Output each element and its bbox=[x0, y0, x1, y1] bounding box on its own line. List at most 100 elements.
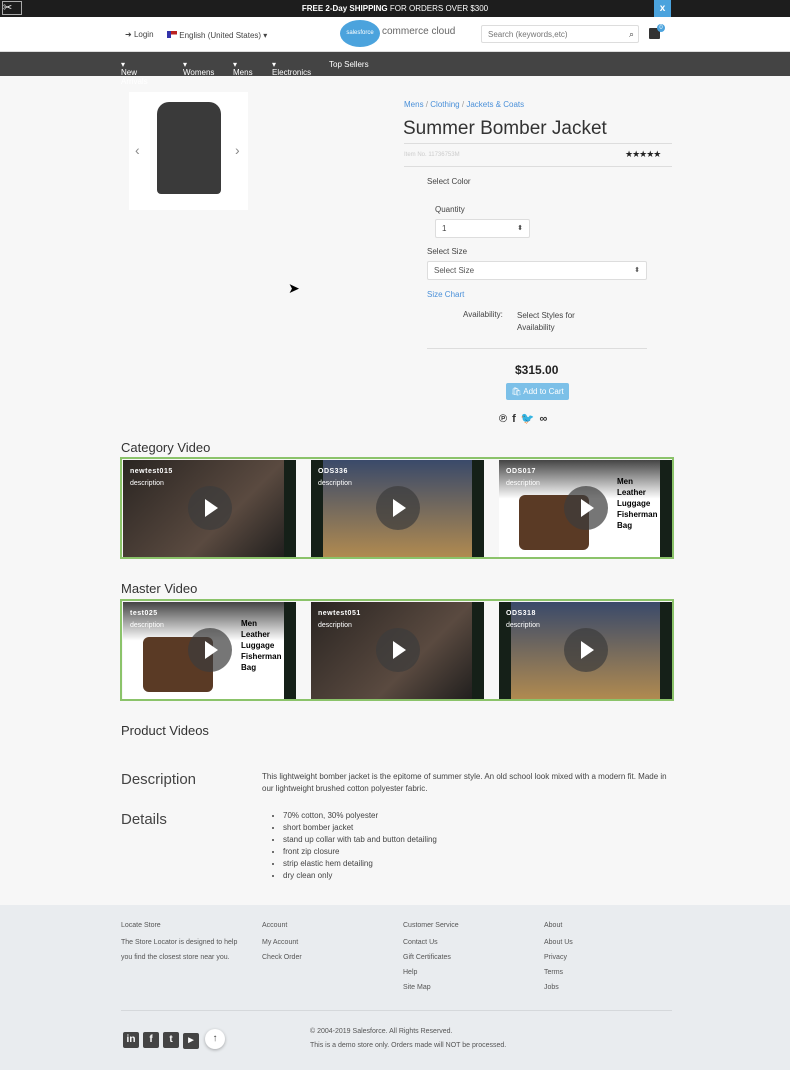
master-video-list: Men Leather Luggage Fisherman Bag test025… bbox=[120, 599, 674, 701]
play-icon[interactable] bbox=[376, 628, 420, 672]
availability-label: Availability: bbox=[463, 310, 503, 319]
check-order-link[interactable]: Check Order bbox=[262, 950, 302, 965]
play-icon[interactable] bbox=[376, 486, 420, 530]
availability-value: Select Styles for Availability bbox=[517, 311, 575, 332]
quantity-label: Quantity bbox=[435, 205, 465, 214]
breadcrumb-mens[interactable]: Mens bbox=[404, 100, 424, 109]
breadcrumb: Mens / Clothing / Jackets & Coats bbox=[404, 100, 525, 109]
logo-text: commerce cloud bbox=[382, 26, 456, 37]
video-card[interactable]: ODS336 description bbox=[311, 460, 484, 557]
play-icon[interactable] bbox=[188, 628, 232, 672]
about-heading: About bbox=[544, 922, 563, 929]
rating-stars: ★★★★★ bbox=[625, 149, 661, 159]
details-list: 70% cotton, 30% polyester short bomber j… bbox=[273, 810, 437, 882]
language-selector[interactable]: English (United States) ▾ bbox=[167, 31, 267, 40]
facebook-icon[interactable]: f bbox=[512, 413, 521, 425]
description-title: Description bbox=[121, 771, 197, 788]
play-icon[interactable] bbox=[564, 486, 608, 530]
demo-notice: This is a demo store only. Orders made w… bbox=[310, 1042, 507, 1049]
size-select[interactable]: Select Size ⬍ bbox=[427, 261, 647, 280]
video-card[interactable]: Men Leather Luggage Fisherman Bag ODS017 d… bbox=[499, 460, 672, 557]
promo-bold: FREE 2-Day SHIPPING bbox=[301, 4, 388, 13]
login-label: Login bbox=[133, 30, 154, 39]
size-chart-link[interactable]: Size Chart bbox=[427, 290, 464, 299]
nav-electronics[interactable]: Electronics ▾ bbox=[272, 60, 311, 77]
close-promo-button[interactable]: x bbox=[654, 0, 671, 17]
login-link[interactable]: ➜ Login bbox=[125, 30, 154, 39]
add-to-cart-label: Add to Cart bbox=[523, 387, 564, 396]
size-label: Select Size bbox=[427, 247, 468, 256]
promo-text: FOR ORDERS OVER $300 bbox=[387, 4, 489, 13]
twitter-icon[interactable]: t bbox=[163, 1032, 179, 1048]
gift-certificates-link[interactable]: Gift Certificates bbox=[403, 950, 451, 965]
site-map-link[interactable]: Site Map bbox=[403, 980, 451, 995]
youtube-icon[interactable]: ▶ bbox=[183, 1033, 199, 1049]
video-card[interactable]: newtest015 description bbox=[123, 460, 296, 557]
select-color-label: Select Color bbox=[427, 177, 471, 186]
linkedin-icon[interactable]: in bbox=[123, 1032, 139, 1048]
about-us-link[interactable]: About Us bbox=[544, 935, 573, 950]
language-label: English (United States) bbox=[179, 31, 262, 40]
video-card[interactable]: Men Leather Luggage Fisherman Bag test025… bbox=[123, 602, 296, 699]
video-card[interactable]: newtest051 description bbox=[311, 602, 484, 699]
detail-item: 70% cotton, 30% polyester bbox=[283, 810, 437, 822]
us-flag-icon bbox=[167, 31, 177, 38]
product-image: ‹ › bbox=[129, 92, 248, 210]
nav-new-arrivals[interactable]: New Arrivals ▾ bbox=[121, 60, 148, 86]
terms-link[interactable]: Terms bbox=[544, 965, 573, 980]
product-videos-title: Product Videos bbox=[121, 723, 209, 738]
detail-item: strip elastic hem detailing bbox=[283, 858, 437, 870]
sort-icon: ⬍ bbox=[634, 267, 640, 274]
my-account-link[interactable]: My Account bbox=[262, 935, 302, 950]
sort-icon: ⬍ bbox=[517, 225, 523, 232]
help-link[interactable]: Help bbox=[403, 965, 451, 980]
contact-us-link[interactable]: Contact Us bbox=[403, 935, 451, 950]
detail-item: dry clean only bbox=[283, 870, 437, 882]
details-title: Details bbox=[121, 811, 167, 828]
item-number: Item No. 11736753M bbox=[404, 152, 460, 158]
detail-item: front zip closure bbox=[283, 846, 437, 858]
nav-womens[interactable]: Womens ▾ bbox=[183, 60, 214, 77]
customer-service-heading: Customer Service bbox=[403, 922, 459, 929]
category-video-list: newtest015 description ODS336 description … bbox=[120, 457, 674, 559]
size-value: Select Size bbox=[434, 266, 475, 275]
facebook-icon[interactable]: f bbox=[143, 1032, 159, 1048]
cart-count: 0 bbox=[657, 24, 665, 32]
search-input[interactable] bbox=[488, 30, 618, 39]
locate-store-heading: Locate Store bbox=[121, 922, 161, 929]
jacket-image bbox=[157, 102, 221, 194]
play-icon[interactable] bbox=[564, 628, 608, 672]
pinterest-icon[interactable]: ℗ bbox=[499, 413, 512, 425]
nav-top-sellers[interactable]: Top Sellers bbox=[329, 60, 369, 69]
quantity-select[interactable]: 1 ⬍ bbox=[435, 219, 530, 238]
breadcrumb-jackets[interactable]: Jackets & Coats bbox=[466, 100, 524, 109]
detail-item: stand up collar with tab and button deta… bbox=[283, 834, 437, 846]
play-icon[interactable] bbox=[188, 486, 232, 530]
jobs-link[interactable]: Jobs bbox=[544, 980, 573, 995]
nav-mens[interactable]: Mens ▾ bbox=[233, 60, 253, 77]
video-card[interactable]: ODS318 description bbox=[499, 602, 672, 699]
breadcrumb-clothing[interactable]: Clothing bbox=[430, 100, 459, 109]
privacy-link[interactable]: Privacy bbox=[544, 950, 573, 965]
prev-image-icon[interactable]: ‹ bbox=[135, 142, 140, 158]
login-icon: ➜ bbox=[125, 30, 132, 39]
next-image-icon[interactable]: › bbox=[235, 142, 240, 158]
product-title: Summer Bomber Jacket bbox=[403, 118, 607, 139]
header: ➜ Login English (United States) ▾ salesf… bbox=[0, 17, 790, 52]
twitter-icon[interactable]: 🐦 bbox=[521, 413, 540, 425]
search-box[interactable]: ⌕ bbox=[481, 25, 639, 43]
description-text: This lightweight bomber jacket is the ep… bbox=[262, 772, 667, 793]
search-icon[interactable]: ⌕ bbox=[629, 29, 634, 40]
share-icons: ℗f🐦∞ bbox=[499, 412, 552, 425]
footer: Locate Store The Store Locator is design… bbox=[0, 905, 790, 1070]
tools-icon[interactable]: ✂ bbox=[2, 1, 22, 15]
locate-store-text: The Store Locator is designed to help yo… bbox=[121, 939, 238, 961]
main-nav: New Arrivals ▾ Womens ▾ Mens ▾ Electroni… bbox=[0, 52, 790, 86]
back-to-top-button[interactable]: ↑ bbox=[205, 1029, 225, 1049]
account-heading: Account bbox=[262, 922, 288, 929]
link-icon[interactable]: ∞ bbox=[539, 413, 552, 425]
salesforce-logo[interactable]: salesforce bbox=[340, 20, 380, 47]
add-to-cart-button[interactable]: 🛍 Add to Cart bbox=[506, 383, 569, 400]
detail-item: short bomber jacket bbox=[283, 822, 437, 834]
quantity-value: 1 bbox=[442, 224, 447, 233]
